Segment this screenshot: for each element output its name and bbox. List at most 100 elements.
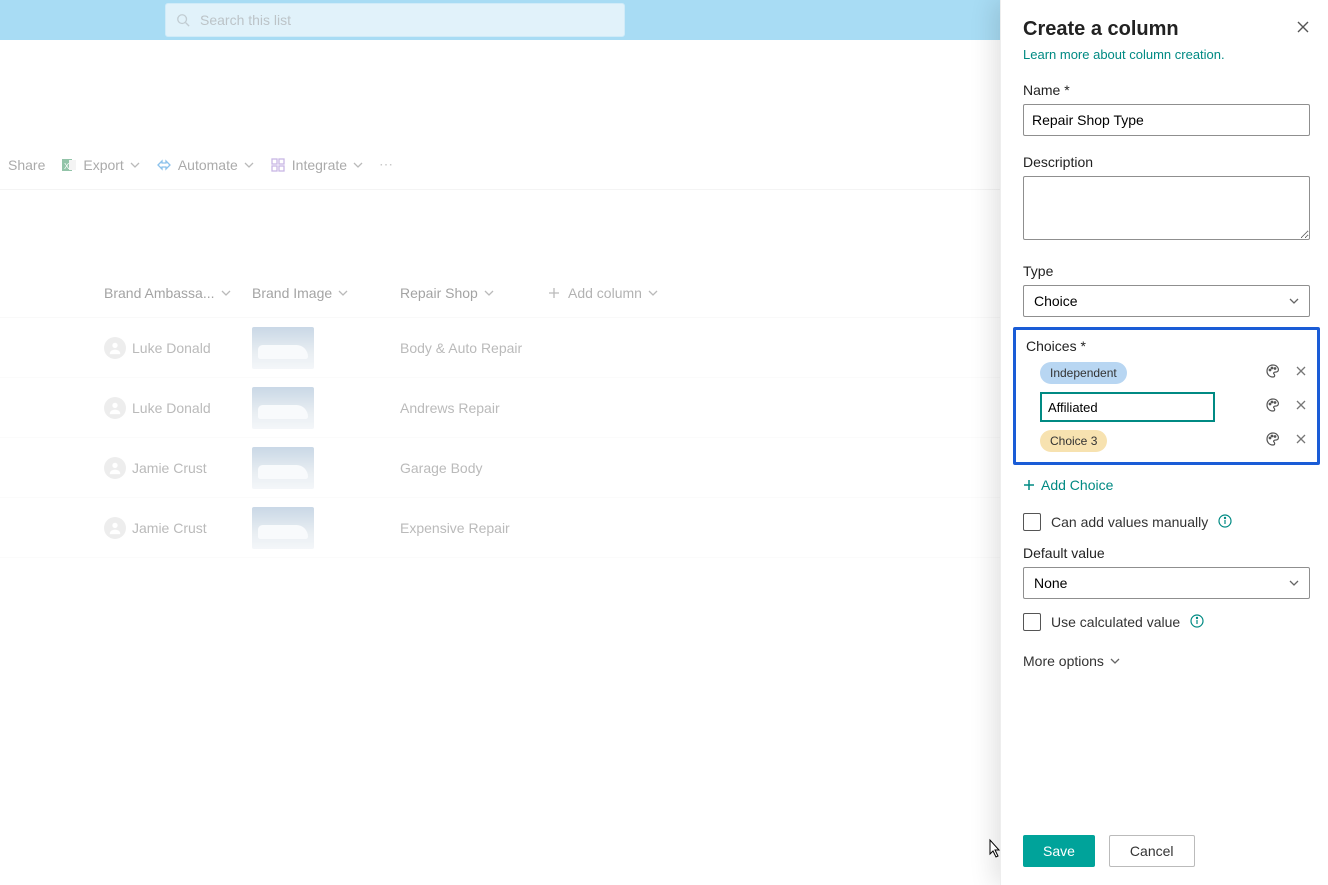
cancel-button[interactable]: Cancel — [1109, 835, 1195, 867]
default-value-label: Default value — [1023, 545, 1310, 561]
add-column-label: Add column — [568, 285, 642, 301]
avatar — [104, 457, 126, 479]
ellipsis-icon: ⋯ — [379, 156, 393, 173]
person-icon — [108, 401, 122, 415]
brand-image-thumbnail[interactable] — [252, 447, 314, 489]
choice-pill-3[interactable]: Choice 3 — [1040, 430, 1107, 452]
brand-image-thumbnail[interactable] — [252, 387, 314, 429]
name-input[interactable] — [1023, 104, 1310, 136]
person-name: Jamie Crust — [132, 520, 207, 536]
svg-text:X: X — [64, 162, 70, 171]
brand-image-thumbnail[interactable] — [252, 507, 314, 549]
calculated-value-checkbox[interactable] — [1023, 613, 1041, 631]
avatar — [104, 517, 126, 539]
integrate-button[interactable]: Integrate — [270, 157, 363, 173]
column-header-repair[interactable]: Repair Shop — [400, 285, 548, 301]
remove-choice-button[interactable] — [1295, 398, 1307, 416]
default-value-select[interactable]: None — [1023, 567, 1310, 599]
choices-section: Choices * Independent — [1013, 327, 1320, 465]
person-cell: Jamie Crust — [104, 517, 252, 539]
image-cell — [252, 507, 400, 549]
more-options-button[interactable]: More options — [1023, 653, 1310, 669]
remove-choice-button[interactable] — [1295, 364, 1307, 382]
image-cell — [252, 387, 400, 429]
more-button[interactable]: ⋯ — [379, 156, 393, 173]
person-cell: Luke Donald — [104, 337, 252, 359]
automate-button[interactable]: Automate — [156, 157, 254, 173]
column-header-image[interactable]: Brand Image — [252, 285, 400, 301]
share-label: Share — [8, 157, 45, 173]
person-icon — [108, 341, 122, 355]
info-icon — [1190, 614, 1204, 628]
info-icon — [1218, 514, 1232, 528]
avatar — [104, 337, 126, 359]
share-button[interactable]: Share — [8, 157, 45, 173]
person-icon — [108, 461, 122, 475]
choice-row: Choice 3 — [1026, 430, 1307, 452]
plus-icon — [1023, 479, 1035, 491]
brand-image-thumbnail[interactable] — [252, 327, 314, 369]
person-name: Luke Donald — [132, 400, 211, 416]
add-column-button[interactable]: Add column — [548, 285, 660, 301]
choices-label: Choices * — [1026, 338, 1307, 354]
integrate-icon — [270, 157, 286, 173]
calculated-value-row: Use calculated value — [1023, 613, 1310, 631]
export-label: Export — [83, 157, 123, 173]
close-button[interactable] — [1296, 20, 1310, 39]
palette-button[interactable] — [1265, 431, 1281, 452]
choice-pill-1[interactable]: Independent — [1040, 362, 1127, 384]
palette-button[interactable] — [1265, 363, 1281, 384]
chevron-down-icon — [648, 288, 658, 298]
chevron-down-icon — [338, 288, 348, 298]
choice-input-2[interactable] — [1040, 392, 1215, 422]
person-name: Luke Donald — [132, 340, 211, 356]
person-cell: Luke Donald — [104, 397, 252, 419]
more-options-label: More options — [1023, 653, 1104, 669]
palette-button[interactable] — [1265, 397, 1281, 418]
panel-footer: Save Cancel — [1001, 821, 1328, 885]
learn-more-link[interactable]: Learn more about column creation. — [1023, 47, 1225, 62]
search-input-container[interactable]: Search this list — [165, 3, 625, 37]
chevron-down-icon — [1289, 578, 1299, 588]
choice-row — [1026, 392, 1307, 422]
person-cell: Jamie Crust — [104, 457, 252, 479]
excel-icon: X — [61, 157, 77, 173]
close-icon — [1296, 20, 1310, 34]
palette-icon — [1265, 431, 1281, 447]
add-choice-button[interactable]: Add Choice — [1023, 477, 1310, 493]
search-icon — [176, 13, 190, 27]
description-input[interactable] — [1023, 176, 1310, 240]
create-column-panel: Create a column Learn more about column … — [1000, 0, 1328, 885]
type-select[interactable]: Choice — [1023, 285, 1310, 317]
close-icon — [1295, 399, 1307, 411]
repair-cell: Body & Auto Repair — [400, 340, 620, 356]
chevron-down-icon — [484, 288, 494, 298]
avatar — [104, 397, 126, 419]
default-value: None — [1034, 575, 1067, 591]
manual-values-checkbox[interactable] — [1023, 513, 1041, 531]
chevron-down-icon — [1110, 656, 1120, 666]
chevron-down-icon — [1289, 296, 1299, 306]
repair-cell: Expensive Repair — [400, 520, 620, 536]
export-button[interactable]: X Export — [61, 157, 139, 173]
save-button[interactable]: Save — [1023, 835, 1095, 867]
column-header-label: Brand Image — [252, 285, 332, 301]
close-icon — [1295, 365, 1307, 377]
chevron-down-icon — [244, 160, 254, 170]
palette-icon — [1265, 363, 1281, 379]
name-label: Name * — [1023, 82, 1310, 98]
image-cell — [252, 447, 400, 489]
info-button[interactable] — [1190, 614, 1204, 631]
flow-icon — [156, 157, 172, 173]
remove-choice-button[interactable] — [1295, 432, 1307, 450]
palette-icon — [1265, 397, 1281, 413]
repair-cell: Andrews Repair — [400, 400, 620, 416]
chevron-down-icon — [353, 160, 363, 170]
repair-cell: Garage Body — [400, 460, 620, 476]
calculated-value-label: Use calculated value — [1051, 614, 1180, 630]
column-header-label: Brand Ambassa... — [104, 285, 215, 301]
person-icon — [108, 521, 122, 535]
info-button[interactable] — [1218, 514, 1232, 531]
column-header-ambassador[interactable]: Brand Ambassa... — [104, 285, 252, 301]
person-name: Jamie Crust — [132, 460, 207, 476]
